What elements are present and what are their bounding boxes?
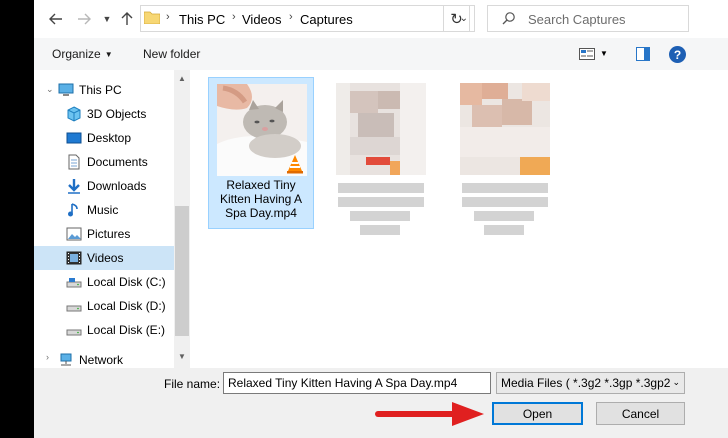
chevron-right-icon[interactable]: › bbox=[46, 352, 49, 362]
search-placeholder: Search Captures bbox=[528, 12, 626, 27]
chevron-down-icon[interactable]: ⌄ bbox=[46, 84, 54, 95]
address-box[interactable]: › This PC › Videos › Captures ⌄ bbox=[140, 5, 475, 32]
open-button[interactable]: Open bbox=[492, 402, 583, 425]
nav-item-label: Videos bbox=[87, 251, 124, 265]
nav-item-videos[interactable]: Videos bbox=[34, 246, 174, 270]
nav-item-pictures[interactable]: Pictures bbox=[34, 222, 174, 246]
file-list: Relaxed Tiny Kitten Having A Spa Day.mp4 bbox=[192, 70, 728, 368]
nav-item-label: Network bbox=[79, 353, 124, 367]
up-arrow-icon bbox=[121, 12, 133, 25]
cancel-button[interactable]: Cancel bbox=[596, 402, 685, 425]
forward-button[interactable] bbox=[74, 9, 94, 29]
refresh-icon: ↻ bbox=[450, 10, 463, 28]
chevron-right-icon: › bbox=[289, 11, 293, 23]
drive-icon bbox=[66, 278, 82, 288]
caret-down-icon[interactable]: ▼ bbox=[600, 49, 608, 58]
forward-arrow-icon bbox=[78, 13, 91, 25]
nav-item-label: Music bbox=[87, 203, 119, 217]
search-icon bbox=[502, 12, 515, 25]
nav-item-downloads[interactable]: Downloads bbox=[34, 174, 174, 198]
blurred-file-name bbox=[462, 183, 548, 193]
view-options-icon[interactable] bbox=[579, 48, 595, 60]
document-icon bbox=[68, 154, 80, 170]
drive-icon bbox=[66, 305, 82, 312]
video-icon bbox=[66, 251, 82, 265]
chevron-down-icon: ▼ bbox=[102, 14, 112, 24]
back-arrow-icon bbox=[49, 13, 62, 25]
scrollbar-thumb[interactable] bbox=[175, 206, 189, 336]
blurred-file-name bbox=[338, 183, 424, 193]
navigation-pane: ⌄ This PC 3D Objects Desktop Documents D… bbox=[34, 70, 190, 368]
recent-locations-button[interactable]: ▼ bbox=[97, 9, 117, 29]
nav-item-label: This PC bbox=[79, 83, 122, 97]
nav-item-label: Local Disk (D:) bbox=[87, 299, 166, 313]
nav-item-label: Local Disk (E:) bbox=[87, 323, 166, 337]
chevron-right-icon: › bbox=[166, 11, 170, 23]
open-file-dialog: ▼ › This PC › Videos › Captures ⌄ ↻ Sear… bbox=[34, 0, 728, 438]
drive-icon bbox=[66, 329, 82, 336]
file-item-blurred[interactable] bbox=[328, 77, 434, 235]
nav-item-label: Pictures bbox=[87, 227, 131, 241]
nav-item-network[interactable]: › Network bbox=[34, 352, 174, 368]
file-item-blurred[interactable] bbox=[452, 77, 558, 235]
computer-icon bbox=[58, 83, 74, 96]
nav-item-local-disk-e[interactable]: Local Disk (E:) bbox=[34, 318, 174, 342]
chevron-down-icon: ⌄ bbox=[672, 377, 680, 387]
preview-pane-icon[interactable] bbox=[636, 47, 650, 61]
file-type-select[interactable]: Media Files ( *.3g2 *.3gp *.3gp2 ⌄ bbox=[496, 372, 685, 394]
desktop-icon bbox=[66, 132, 82, 144]
nav-item-desktop[interactable]: Desktop bbox=[34, 126, 174, 150]
nav-item-documents[interactable]: Documents bbox=[34, 150, 174, 174]
blurred-file-name bbox=[360, 225, 400, 235]
file-name-label: File name: bbox=[164, 377, 221, 391]
refresh-button[interactable]: ↻ bbox=[443, 5, 470, 32]
file-name-label: Relaxed Tiny Kitten Having A Spa Day.mp4 bbox=[219, 178, 303, 220]
back-button[interactable] bbox=[46, 9, 66, 29]
download-icon bbox=[68, 179, 80, 194]
address-bar-row: ▼ › This PC › Videos › Captures ⌄ ↻ Sear… bbox=[34, 0, 728, 38]
scroll-down-icon[interactable]: ▼ bbox=[178, 352, 186, 361]
blurred-thumbnail bbox=[336, 83, 426, 175]
nav-item-label: Downloads bbox=[87, 179, 147, 193]
cube-icon bbox=[67, 106, 81, 122]
breadcrumb-videos[interactable]: Videos bbox=[242, 12, 282, 27]
nav-item-label: Desktop bbox=[87, 131, 132, 145]
organize-button[interactable]: Organize ▼ bbox=[52, 47, 113, 61]
network-icon bbox=[60, 353, 72, 366]
blurred-file-name bbox=[484, 225, 524, 235]
search-input[interactable]: Search Captures bbox=[487, 5, 689, 32]
breadcrumb-captures[interactable]: Captures bbox=[300, 12, 353, 27]
music-icon bbox=[68, 203, 78, 217]
file-type-value: Media Files ( *.3g2 *.3gp *.3gp2 bbox=[501, 376, 671, 390]
nav-item-label: 3D Objects bbox=[87, 107, 147, 121]
file-item-selected[interactable]: Relaxed Tiny Kitten Having A Spa Day.mp4 bbox=[208, 77, 314, 229]
annotation-arrow-icon bbox=[375, 402, 484, 426]
pictures-icon bbox=[66, 227, 82, 241]
blurred-file-name bbox=[338, 197, 424, 207]
blurred-file-name bbox=[462, 197, 548, 207]
nav-item-music[interactable]: Music bbox=[34, 198, 174, 222]
new-folder-button[interactable]: New folder bbox=[143, 47, 200, 61]
nav-item-local-disk-d[interactable]: Local Disk (D:) bbox=[34, 294, 174, 318]
command-bar: Organize ▼ New folder ▼ ? bbox=[34, 38, 728, 70]
blurred-thumbnail bbox=[460, 83, 550, 175]
caret-down-icon: ▼ bbox=[104, 50, 113, 59]
breadcrumb-this-pc[interactable]: This PC bbox=[179, 12, 225, 27]
scroll-up-icon[interactable]: ▲ bbox=[178, 74, 186, 83]
folder-icon bbox=[144, 11, 160, 24]
nav-item-label: Documents bbox=[87, 155, 148, 169]
nav-item-local-disk-c[interactable]: Local Disk (C:) bbox=[34, 270, 174, 294]
nav-scrollbar[interactable]: ▲ ▼ bbox=[174, 70, 190, 368]
file-name-input[interactable]: Relaxed Tiny Kitten Having A Spa Day.mp4 bbox=[223, 372, 491, 394]
chevron-right-icon: › bbox=[232, 11, 236, 23]
help-icon[interactable]: ? bbox=[669, 46, 686, 63]
blurred-file-name bbox=[474, 211, 534, 221]
organize-label: Organize bbox=[52, 47, 101, 61]
up-button[interactable] bbox=[117, 9, 137, 29]
blurred-file-name bbox=[350, 211, 410, 221]
nav-item-label: Local Disk (C:) bbox=[87, 275, 166, 289]
nav-item-this-pc[interactable]: ⌄ This PC bbox=[34, 78, 174, 102]
nav-item-3d-objects[interactable]: 3D Objects bbox=[34, 102, 174, 126]
vlc-icon bbox=[287, 155, 303, 174]
